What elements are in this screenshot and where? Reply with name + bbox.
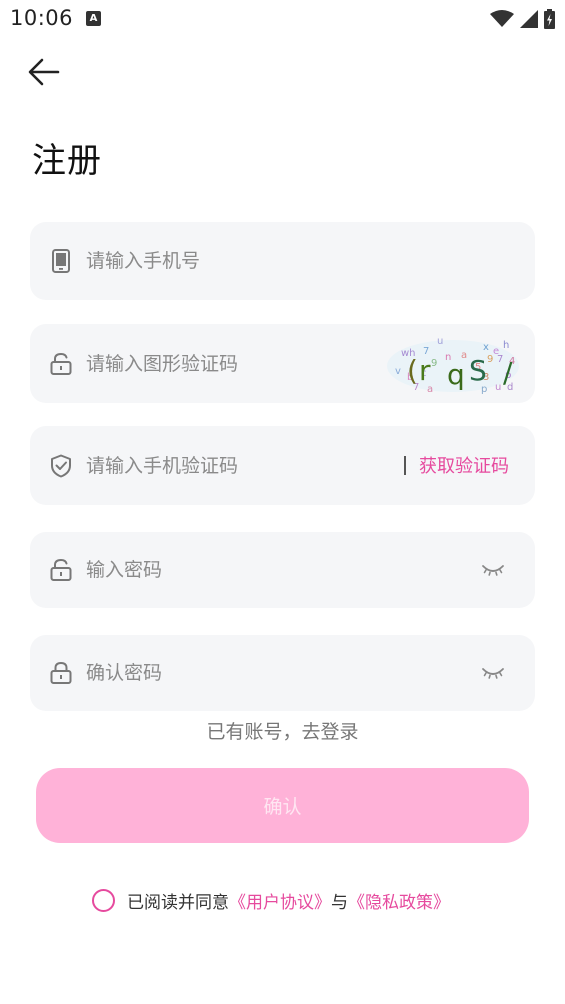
shield-check-icon (49, 454, 73, 478)
signal-icon (520, 10, 538, 28)
wifi-icon (490, 10, 514, 27)
confirm-password-input[interactable] (86, 635, 386, 711)
phone-field (30, 222, 535, 300)
status-bar: 10:06 A (0, 0, 565, 38)
svg-text:x: x (483, 342, 489, 353)
divider (404, 456, 406, 475)
page-title: 注册 (32, 141, 102, 181)
privacy-policy-link[interactable]: 《隐私政策》 (348, 888, 450, 913)
user-agreement-link[interactable]: 《用户协议》 (229, 888, 331, 913)
password-field (30, 532, 535, 608)
unlock-icon (49, 558, 73, 582)
eye-closed-icon[interactable] (481, 560, 505, 580)
svg-text:S: S (469, 354, 487, 387)
svg-text:(: ( (407, 354, 418, 387)
svg-text:/: / (503, 356, 513, 389)
login-link[interactable]: 已有账号，去登录 (0, 717, 565, 744)
phone-icon (49, 249, 73, 273)
svg-text:u: u (495, 382, 501, 393)
eye-closed-icon[interactable] (481, 663, 505, 683)
phone-input[interactable] (86, 222, 386, 300)
sms-code-field: 获取验证码 (30, 426, 535, 505)
agreement-connector: 与 (331, 892, 348, 913)
svg-text:q: q (447, 358, 465, 391)
battery-icon (544, 9, 555, 29)
arrow-left-icon (28, 58, 60, 86)
back-button[interactable] (22, 50, 66, 94)
confirm-password-field (30, 635, 535, 711)
lock-icon (49, 661, 73, 685)
captcha-image[interactable]: wh 7 n a x e h 9 7 4 v b c 5 3 p 9 7 a p (385, 332, 521, 394)
svg-text:r: r (419, 354, 431, 387)
image-code-input[interactable] (86, 324, 386, 403)
unlock-icon (49, 352, 73, 376)
svg-text:9: 9 (431, 358, 437, 369)
agreement-prefix: 已阅读并同意 (127, 892, 229, 913)
svg-text:u: u (437, 336, 443, 347)
agreement-row: 已阅读并同意 《用户协议》 与 《隐私政策》 (92, 887, 450, 913)
get-code-button[interactable]: 获取验证码 (419, 452, 509, 478)
svg-text:9: 9 (487, 354, 493, 365)
image-code-field: wh 7 n a x e h 9 7 4 v b c 5 3 p 9 7 a p (30, 324, 535, 403)
svg-text:h: h (503, 340, 509, 351)
svg-text:v: v (395, 366, 401, 377)
password-input[interactable] (86, 532, 386, 608)
sms-code-input[interactable] (86, 426, 386, 505)
status-time: 10:06 (10, 6, 74, 30)
agree-radio[interactable] (92, 888, 115, 912)
status-icons (490, 9, 555, 29)
confirm-button[interactable]: 确认 (36, 768, 529, 843)
notification-icon: A (86, 11, 101, 26)
